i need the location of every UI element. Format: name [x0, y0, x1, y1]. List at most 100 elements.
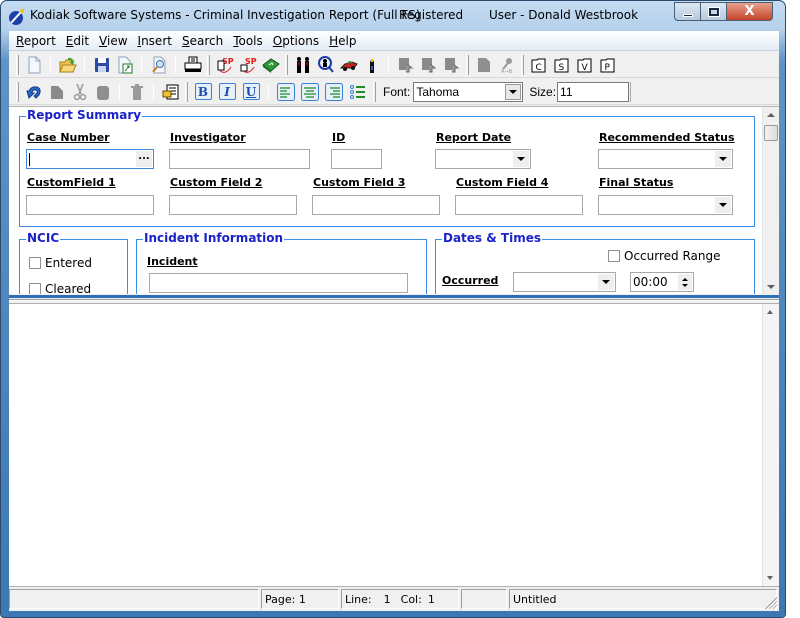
toolbar-grip[interactable]	[521, 54, 524, 75]
narrative-editor[interactable]	[9, 303, 779, 587]
size-input[interactable]: 11	[557, 81, 630, 102]
spell-check-alt-button[interactable]: SP	[236, 54, 259, 76]
align-left-button[interactable]	[274, 81, 298, 103]
scroll-thumb[interactable]	[764, 125, 778, 141]
toolbar-grip[interactable]	[16, 54, 19, 75]
bold-button[interactable]: B	[191, 81, 215, 103]
checkbox-box[interactable]	[608, 250, 620, 262]
menu-report[interactable]: Report	[16, 31, 56, 50]
occurred-date-dropdown-button[interactable]	[598, 274, 614, 290]
menu-edit[interactable]: Edit	[66, 31, 89, 50]
font-select[interactable]: Tahoma	[413, 81, 524, 102]
align-right-icon	[325, 82, 343, 101]
case-number-lookup-button[interactable]: ...	[136, 151, 152, 167]
menu-tools[interactable]: Tools	[233, 31, 263, 50]
toolbar-grip[interactable]	[285, 54, 288, 75]
size-spinner[interactable]	[630, 81, 636, 102]
folder-v-button[interactable]: V	[573, 54, 596, 76]
menu-search[interactable]: Search	[182, 31, 223, 50]
case-number-label: Case Number	[27, 131, 110, 144]
final-status-select[interactable]	[598, 195, 733, 215]
toolbar-grip[interactable]	[16, 81, 19, 102]
menu-insert[interactable]: Insert	[138, 31, 172, 50]
ncic-entered-checkbox[interactable]: Entered	[29, 256, 92, 270]
toolbar-grip[interactable]	[185, 81, 188, 102]
bullet-list-button[interactable]	[346, 81, 370, 103]
menu-options[interactable]: Options	[273, 31, 319, 50]
print-preview-button[interactable]	[147, 54, 170, 76]
toolbar-separator	[141, 55, 142, 74]
report-date-dropdown-button[interactable]	[513, 151, 529, 167]
editor-vertical-scrollbar[interactable]	[762, 304, 779, 586]
persons-button[interactable]	[291, 54, 314, 76]
close-button[interactable]: X	[727, 2, 773, 21]
menu-accel: R	[16, 34, 24, 48]
spin-down-icon[interactable]	[682, 283, 688, 287]
incident-input[interactable]	[149, 273, 408, 293]
font-dropdown-button[interactable]	[505, 83, 522, 100]
undo-button[interactable]	[22, 81, 45, 103]
menu-view[interactable]: View	[99, 31, 127, 50]
occurred-range-checkbox[interactable]: Occurred Range	[608, 249, 721, 263]
report-date-select[interactable]	[435, 149, 531, 169]
occurred-time-input[interactable]: 00:00	[630, 272, 694, 292]
id-input[interactable]	[331, 149, 382, 169]
evidence-button[interactable]	[360, 54, 383, 76]
title-bar[interactable]: Kodiak Software Systems - Criminal Inves…	[1, 1, 787, 31]
case-number-input[interactable]: ...	[26, 149, 154, 169]
save-button[interactable]	[90, 54, 113, 76]
occurred-time-spinner[interactable]	[678, 274, 692, 290]
recommended-status-dropdown-button[interactable]	[715, 151, 731, 167]
toolbar-grip[interactable]	[207, 54, 210, 75]
replace-button: A→B	[495, 54, 518, 76]
align-right-button[interactable]	[322, 81, 346, 103]
folder-c-button[interactable]: C	[527, 54, 550, 76]
delete-button	[125, 81, 148, 103]
toolbar-grip[interactable]	[466, 54, 469, 75]
export-button	[394, 54, 417, 76]
custom-field-4-label: Custom Field 4	[456, 176, 549, 189]
thesaurus-button[interactable]	[259, 54, 282, 76]
folder-p-button[interactable]: P	[596, 54, 619, 76]
checkbox-box[interactable]	[29, 257, 41, 269]
recommended-status-select[interactable]	[598, 149, 733, 169]
paste-special-button[interactable]	[159, 81, 182, 103]
ncic-cleared-checkbox[interactable]: Cleared	[29, 282, 91, 294]
custom-field-2-input[interactable]	[169, 195, 297, 215]
vehicles-button[interactable]	[337, 54, 360, 76]
col-label: Col:	[400, 592, 422, 606]
scroll-down-icon[interactable]	[767, 285, 775, 289]
maximize-button[interactable]	[701, 2, 727, 21]
pane-splitter[interactable]	[9, 294, 779, 302]
spell-check-button[interactable]: SP	[213, 54, 236, 76]
minimize-button[interactable]	[674, 2, 701, 21]
search-persons-button[interactable]	[314, 54, 337, 76]
align-center-button[interactable]	[298, 81, 322, 103]
open-button[interactable]	[56, 54, 79, 76]
new-button[interactable]	[22, 54, 45, 76]
status-pane-blank	[461, 589, 507, 609]
investigator-input[interactable]	[169, 149, 310, 169]
occurred-date-select[interactable]	[513, 272, 616, 292]
export-alt-button	[417, 54, 440, 76]
scroll-up-icon[interactable]	[767, 113, 775, 117]
underline-button[interactable]: U	[239, 81, 263, 103]
custom-field-4-input[interactable]	[455, 195, 583, 215]
underline-icon: U	[242, 83, 260, 100]
custom-field-3-input[interactable]	[312, 195, 440, 215]
scroll-down-icon[interactable]	[767, 576, 773, 580]
print-button[interactable]	[181, 54, 204, 76]
save-as-button[interactable]	[113, 54, 136, 76]
spin-up-icon[interactable]	[682, 277, 688, 281]
toolbar-grip[interactable]	[373, 81, 376, 102]
scroll-up-icon[interactable]	[767, 310, 773, 314]
checkbox-box[interactable]	[29, 283, 41, 294]
folder-s-button[interactable]: S	[550, 54, 573, 76]
resize-grip-icon[interactable]	[765, 597, 777, 609]
final-status-dropdown-button[interactable]	[715, 197, 731, 213]
form-vertical-scrollbar[interactable]	[762, 107, 779, 294]
evidence-icon	[369, 58, 374, 73]
menu-help[interactable]: Help	[329, 31, 356, 50]
italic-button[interactable]: I	[215, 81, 239, 103]
custom-field-1-input[interactable]	[26, 195, 154, 215]
